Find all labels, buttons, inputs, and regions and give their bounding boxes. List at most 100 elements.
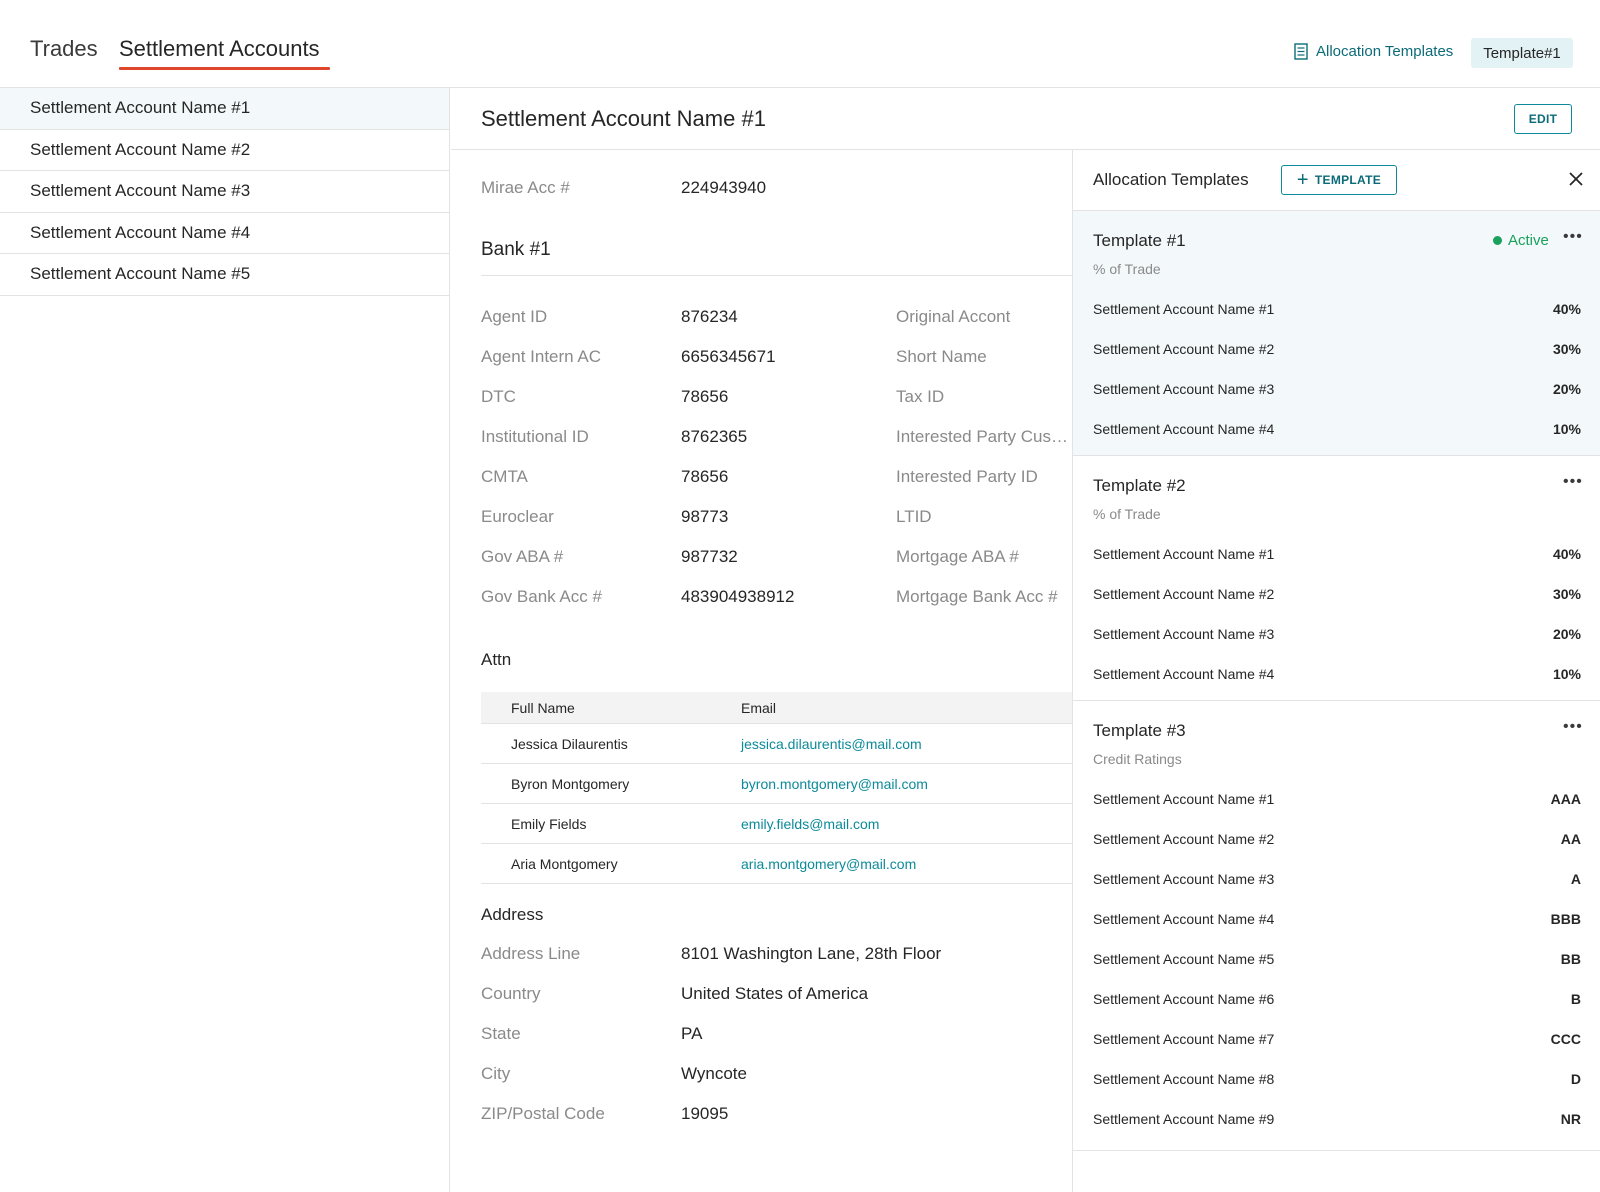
account-name: Settlement Account Name #3 [1093,626,1275,642]
contact-email-link[interactable]: aria.montgomery@mail.com [741,856,1072,872]
sidebar-item-account-5[interactable]: Settlement Account Name #5 [0,254,449,296]
account-name: Settlement Account Name #4 [1093,666,1275,682]
template-card-2[interactable]: Template #2 % of Trade ••• Settlement Ac… [1073,456,1600,701]
allocation-templates-panel: Allocation Templates + TEMPLATE Template… [1072,150,1600,1192]
panel-header: Allocation Templates + TEMPLATE [1073,150,1600,211]
allocation-value: 30% [1552,341,1581,357]
field-label: Country [481,984,541,1003]
tab-trades[interactable]: Trades [30,36,98,62]
contact-email-link[interactable]: jessica.dilaurentis@mail.com [741,736,1072,752]
field-value: 8762365 [681,427,748,446]
template-type: Credit Ratings [1093,751,1182,767]
account-name: Settlement Account Name #3 [1093,871,1275,887]
account-list: Settlement Account Name #1 Settlement Ac… [0,88,450,1192]
field-value: 483904938912 [681,587,795,606]
account-detail: Settlement Account Name #1 Mirae Acc # 2… [451,88,1600,1192]
list-item: Settlement Account Name #1 AAA [1093,779,1581,819]
field-label: Short Name [896,347,987,366]
rating-value: AA [1560,831,1581,847]
field-value: 78656 [681,467,729,486]
contact-name: Aria Montgomery [511,855,618,872]
field-label: Mortgage ABA # [896,547,1019,566]
sidebar-item-account-1[interactable]: Settlement Account Name #1 [0,88,449,130]
field-value: 98773 [681,507,729,526]
rating-value: CCC [1550,1031,1581,1047]
contact-email-link[interactable]: byron.montgomery@mail.com [741,776,1072,792]
edit-button[interactable]: EDIT [1514,104,1572,134]
close-icon[interactable] [1567,170,1585,188]
account-name: Settlement Account Name #2 [1093,341,1275,357]
field-value: PA [681,1024,703,1043]
allocation-value: 40% [1552,301,1581,317]
field-label: Agent ID [481,307,548,326]
template-type: % of Trade [1093,261,1161,277]
add-template-label: TEMPLATE [1314,173,1382,187]
account-name: Settlement Account Name #1 [1093,546,1275,562]
allocation-templates-label: Allocation Templates [1316,43,1454,60]
more-options-icon[interactable]: ••• [1563,228,1583,246]
contact-name: Emily Fields [511,815,587,832]
field-label: Gov ABA # [481,547,564,566]
contact-name: Byron Montgomery [511,775,630,792]
add-template-button[interactable]: + TEMPLATE [1281,165,1397,195]
list-item: Settlement Account Name #1 40% [1093,534,1581,574]
mirae-acc-label: Mirae Acc # [481,178,570,197]
field-label: Interested Party ID [896,467,1038,486]
account-name: Settlement Account Name #2 [1093,586,1275,602]
attn-section-title: Attn [481,650,512,669]
template-name: Template #1 [1093,231,1186,250]
rating-value: A [1570,871,1581,887]
field-value: 19095 [681,1104,729,1123]
panel-title: Allocation Templates [1093,170,1249,189]
table-row: Emily Fields emily.fields@mail.com [481,804,1072,844]
field-label: Agent Intern AC [481,347,602,366]
allocation-value: 20% [1552,626,1581,642]
template-name: Template #2 [1093,476,1186,495]
template-card-3[interactable]: Template #3 Credit Ratings ••• Settlemen… [1073,701,1600,1151]
list-item: Settlement Account Name #6 B [1093,979,1581,1019]
mirae-acc-value: 224943940 [681,178,767,197]
status-badge: Active [1493,232,1549,249]
field-label: City [481,1064,511,1083]
column-header-email: Email [741,699,777,716]
rating-value: AAA [1550,791,1581,807]
status-label: Active [1508,232,1549,249]
account-name: Settlement Account Name #2 [1093,831,1275,847]
address-section-title: Address [481,905,544,924]
attn-table: Full Name Email Jessica Dilaurentis jess… [481,692,1072,884]
contact-email-link[interactable]: emily.fields@mail.com [741,816,1072,832]
more-options-icon[interactable]: ••• [1563,718,1583,736]
template-type: % of Trade [1093,506,1161,522]
field-value: 8101 Washington Lane, 28th Floor [681,944,942,963]
field-label: Euroclear [481,507,554,526]
field-label: Tax ID [896,387,945,406]
list-item: Settlement Account Name #7 CCC [1093,1019,1581,1059]
field-value: United States of America [681,984,869,1003]
account-name: Settlement Account Name #9 [1093,1111,1275,1127]
list-item: Settlement Account Name #3 20% [1093,614,1581,654]
attn-table-header: Full Name Email [481,692,1072,724]
current-template-chip[interactable]: Template#1 [1471,38,1573,68]
sidebar-item-account-4[interactable]: Settlement Account Name #4 [0,213,449,254]
plus-icon: + [1296,169,1309,191]
account-name: Settlement Account Name #5 [1093,951,1275,967]
bank-divider [481,275,1072,276]
tab-settlement-accounts[interactable]: Settlement Accounts [119,36,320,62]
field-value: 987732 [681,547,738,566]
field-label: ZIP/Postal Code [481,1104,605,1123]
sidebar-item-account-2[interactable]: Settlement Account Name #2 [0,130,449,171]
account-name: Settlement Account Name #3 [1093,381,1275,397]
template-card-1[interactable]: Template #1 % of Trade Active ••• Settle… [1073,211,1600,456]
field-label: Mortgage Bank Acc # [896,587,1058,606]
table-row: Jessica Dilaurentis jessica.dilaurentis@… [481,724,1072,764]
allocation-value: 40% [1552,546,1581,562]
allocation-value: 30% [1552,586,1581,602]
list-item: Settlement Account Name #3 A [1093,859,1581,899]
account-name: Settlement Account Name #4 [1093,421,1275,437]
list-item: Settlement Account Name #4 10% [1093,654,1581,694]
allocation-templates-link[interactable]: Allocation Templates [1294,43,1453,60]
sidebar-item-account-3[interactable]: Settlement Account Name #3 [0,171,449,213]
account-name: Settlement Account Name #1 [1093,301,1275,317]
field-label: LTID [896,507,932,526]
more-options-icon[interactable]: ••• [1563,473,1583,491]
